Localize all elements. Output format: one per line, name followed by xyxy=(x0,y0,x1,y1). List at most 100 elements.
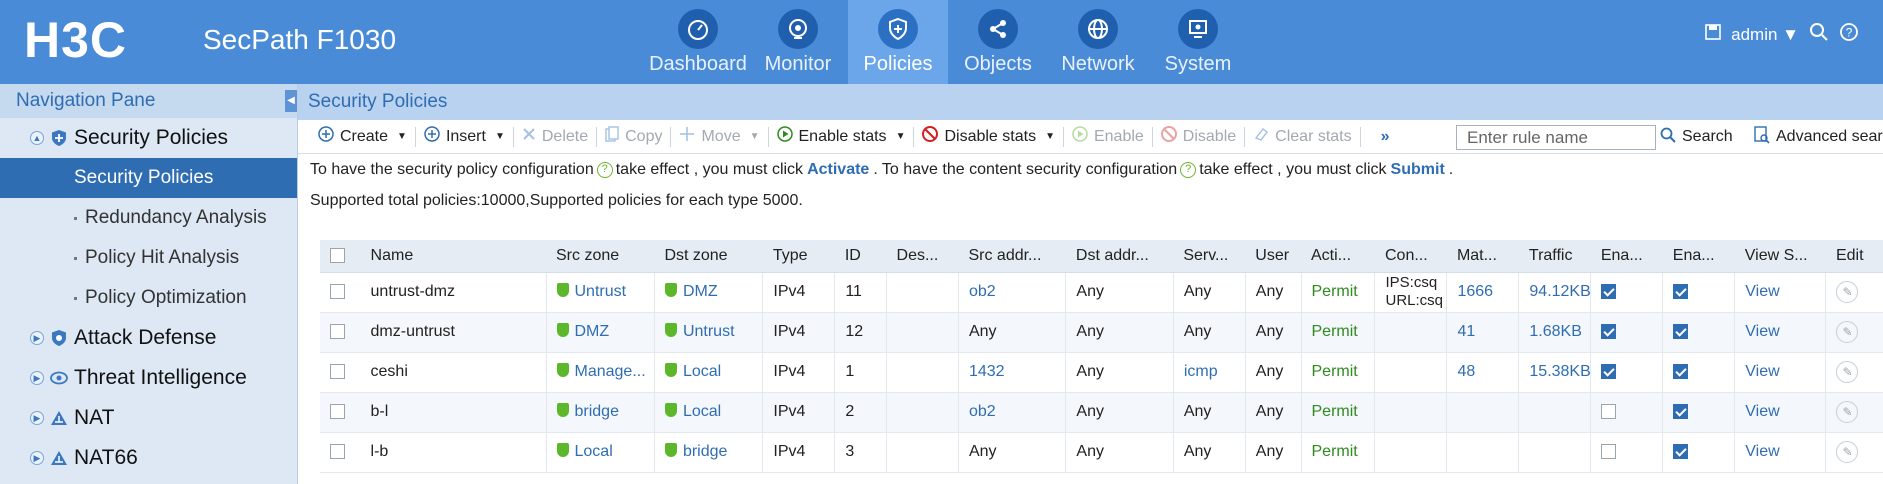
dst-zone-link[interactable]: bridge xyxy=(683,443,727,460)
nav-network[interactable]: Network xyxy=(1048,0,1148,84)
enable-policy-checkbox[interactable] xyxy=(1673,404,1689,420)
create-button[interactable]: Create ▼ xyxy=(310,124,415,150)
pencil-icon[interactable]: ✎ xyxy=(1836,361,1859,383)
enable-policy-checkbox[interactable] xyxy=(1673,324,1689,340)
expand-icon[interactable]: ▲ xyxy=(30,131,44,145)
enable-stats-checkbox[interactable] xyxy=(1601,324,1617,340)
expand-icon[interactable]: ▶ xyxy=(30,451,44,465)
src-addr-value[interactable]: 1432 xyxy=(969,363,1005,380)
traffic-cell[interactable]: 15.38KB xyxy=(1518,352,1592,393)
match-count-cell[interactable] xyxy=(1446,392,1520,433)
traffic-cell[interactable]: 94.12KB xyxy=(1518,272,1592,313)
col-match[interactable]: Mat... xyxy=(1446,240,1519,273)
collapse-sidebar-button[interactable]: ◀ xyxy=(285,90,297,112)
expand-icon[interactable]: ▶ xyxy=(30,331,44,345)
tree-redundancy-analysis[interactable]: Redundancy Analysis xyxy=(0,198,297,238)
help-icon[interactable]: ? xyxy=(596,162,613,178)
tree-security-policies-sub[interactable]: Security Policies xyxy=(0,158,297,198)
insert-button[interactable]: Insert ▼ xyxy=(416,124,513,150)
move-button[interactable]: Move ▼ xyxy=(671,124,767,150)
col-action[interactable]: Acti... xyxy=(1301,240,1375,273)
expand-icon[interactable]: ▶ xyxy=(30,411,44,425)
col-service[interactable]: Serv... xyxy=(1173,240,1246,273)
src-addr-value[interactable]: ob2 xyxy=(969,403,996,420)
enable-button[interactable]: Enable xyxy=(1064,124,1152,150)
enable-policy-checkbox[interactable] xyxy=(1673,364,1689,380)
save-icon[interactable] xyxy=(1705,24,1721,45)
col-type[interactable]: Type xyxy=(762,240,835,273)
col-name[interactable]: Name xyxy=(360,240,546,273)
table-row[interactable]: ceshi Manage... Local IPv4 1 1432 Any icmp Any Pe… xyxy=(320,352,1883,393)
tree-nat[interactable]: ▶ NAT xyxy=(0,398,297,438)
src-addr-value[interactable]: ob2 xyxy=(969,283,996,300)
enable-stats-checkbox[interactable] xyxy=(1601,284,1617,300)
pencil-icon[interactable]: ✎ xyxy=(1836,441,1859,463)
dst-zone-link[interactable]: Untrust xyxy=(683,323,735,340)
row-select-checkbox[interactable] xyxy=(330,444,345,460)
disable-stats-button[interactable]: Disable stats ▼ xyxy=(914,124,1063,150)
row-select-checkbox[interactable] xyxy=(330,284,345,300)
col-dst-zone[interactable]: Dst zone xyxy=(654,240,763,273)
rule-name-search-input[interactable]: Enter rule name xyxy=(1456,125,1656,150)
table-row[interactable]: dmz-untrust DMZ Untrust IPv4 12 Any Any Any Any P… xyxy=(320,312,1883,353)
clear-stats-button[interactable]: Clear stats xyxy=(1245,124,1359,150)
submit-link[interactable]: Submit xyxy=(1391,154,1445,186)
view-stats-link[interactable]: View xyxy=(1734,312,1827,353)
nav-system[interactable]: System xyxy=(1148,0,1248,84)
pencil-icon[interactable]: ✎ xyxy=(1836,321,1859,343)
col-edit[interactable]: Edit xyxy=(1825,240,1883,273)
tree-nat66[interactable]: ▶ NAT66 xyxy=(0,438,297,478)
more-button[interactable]: » xyxy=(1361,124,1398,150)
src-zone-link[interactable]: Local xyxy=(575,443,613,460)
activate-link[interactable]: Activate xyxy=(807,154,869,186)
table-row[interactable]: b-l bridge Local IPv4 2 ob2 Any Any Any Permit Vie… xyxy=(320,392,1883,433)
table-row[interactable]: untrust-dmz Untrust DMZ IPv4 11 ob2 Any Any Any P… xyxy=(320,272,1883,313)
enable-policy-checkbox[interactable] xyxy=(1673,444,1689,460)
row-select-checkbox[interactable] xyxy=(330,364,345,380)
search-icon[interactable] xyxy=(1809,22,1829,47)
user-menu[interactable]: admin ▼ xyxy=(1731,25,1799,45)
advanced-search-button[interactable]: Advanced search xyxy=(1754,124,1883,150)
col-dst-addr[interactable]: Dst addr... xyxy=(1065,240,1174,273)
copy-button[interactable]: Copy xyxy=(597,124,670,150)
select-all-checkbox[interactable] xyxy=(330,248,345,264)
tree-attack-defense[interactable]: ▶ Attack Defense xyxy=(0,318,297,358)
view-stats-link[interactable]: View xyxy=(1734,392,1827,433)
disable-button[interactable]: Disable xyxy=(1153,124,1244,150)
help-icon[interactable]: ? xyxy=(1839,22,1859,47)
tree-policy-hit-analysis[interactable]: Policy Hit Analysis xyxy=(0,238,297,278)
view-stats-link[interactable]: View xyxy=(1734,432,1827,473)
dst-zone-link[interactable]: DMZ xyxy=(683,283,718,300)
row-select-checkbox[interactable] xyxy=(330,324,345,340)
enable-policy-checkbox[interactable] xyxy=(1673,284,1689,300)
src-zone-link[interactable]: bridge xyxy=(575,403,619,420)
tree-security-policies[interactable]: ▲ Security Policies xyxy=(0,118,297,158)
pencil-icon[interactable]: ✎ xyxy=(1836,401,1859,423)
expand-icon[interactable]: ▶ xyxy=(30,371,44,385)
traffic-cell[interactable]: 1.68KB xyxy=(1518,312,1592,353)
traffic-cell[interactable] xyxy=(1518,392,1592,433)
dst-zone-link[interactable]: Local xyxy=(683,403,721,420)
search-button[interactable]: Search xyxy=(1660,124,1733,150)
delete-button[interactable]: Delete xyxy=(514,124,596,150)
view-stats-link[interactable]: View xyxy=(1734,352,1827,393)
src-zone-link[interactable]: Manage... xyxy=(575,363,646,380)
enable-stats-button[interactable]: Enable stats ▼ xyxy=(769,124,914,150)
col-description[interactable]: Des... xyxy=(886,240,959,273)
tree-threat-intelligence[interactable]: ▶ Threat Intelligence xyxy=(0,358,297,398)
row-select-checkbox[interactable] xyxy=(330,404,345,420)
enable-stats-checkbox[interactable] xyxy=(1601,444,1617,460)
help-icon[interactable]: ? xyxy=(1180,162,1197,178)
enable-stats-checkbox[interactable] xyxy=(1601,404,1617,420)
view-stats-link[interactable]: View xyxy=(1734,272,1827,313)
col-id[interactable]: ID xyxy=(834,240,887,273)
col-enable-1[interactable]: Ena... xyxy=(1590,240,1663,273)
pencil-icon[interactable]: ✎ xyxy=(1836,281,1859,303)
dst-zone-link[interactable]: Local xyxy=(683,363,721,380)
col-traffic[interactable]: Traffic xyxy=(1518,240,1591,273)
col-view-stats[interactable]: View S... xyxy=(1734,240,1826,273)
col-content[interactable]: Con... xyxy=(1374,240,1447,273)
nav-policies[interactable]: Policies xyxy=(848,0,948,84)
traffic-cell[interactable] xyxy=(1518,432,1592,473)
nav-dashboard[interactable]: Dashboard xyxy=(648,0,748,84)
